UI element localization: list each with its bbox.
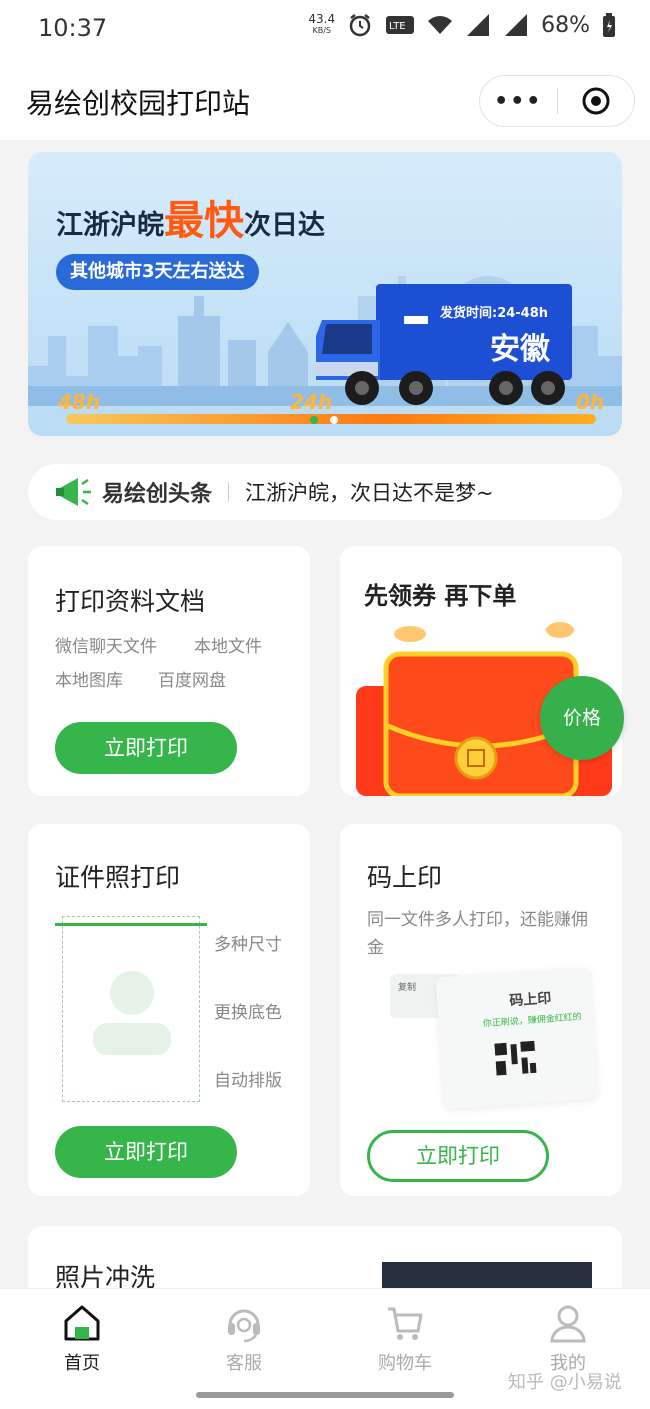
banner-headline: 江浙沪皖最快次日达 xyxy=(56,188,325,246)
qr-paper-title: 码上印 xyxy=(508,990,552,1010)
print-docs-button[interactable]: 立即打印 xyxy=(55,722,237,774)
volte-icon: LTE xyxy=(386,16,415,34)
id-feature-layout: 自动排版 xyxy=(214,1071,282,1091)
more-menu-button[interactable]: ••• xyxy=(480,89,557,114)
svg-text:LTE: LTE xyxy=(389,21,406,32)
close-miniprogram-button[interactable] xyxy=(558,86,635,116)
qr-paper-illustration: 码上印 你正刷说，赚佣金红红的 xyxy=(435,966,599,1110)
news-text: 江浙沪皖，次日达不是梦~ xyxy=(245,481,494,505)
headline-region: 江浙沪皖 xyxy=(56,210,164,241)
id-photo-title: 证件照打印 xyxy=(55,863,181,892)
timeline-label-48h: 48h xyxy=(58,390,101,414)
battery-icon xyxy=(603,13,615,37)
tab-service-label: 客服 xyxy=(226,1353,262,1374)
home-indicator[interactable] xyxy=(196,1392,454,1398)
truck-ship-time: 发货时间:24-48h xyxy=(440,306,549,321)
user-icon xyxy=(550,1305,586,1343)
id-photo-card[interactable]: 证件照打印 多种尺寸 更换底色 自动排版 立即打印 xyxy=(28,824,310,1196)
megaphone-icon xyxy=(56,478,91,506)
scan-line xyxy=(55,923,207,926)
id-feature-sizes: 多种尺寸 xyxy=(214,935,282,955)
qr-paper-subtitle: 你正刷说，赚佣金红红的 xyxy=(482,1012,583,1030)
status-bar: 10:37 43.4 KB/S LTE 68% xyxy=(0,0,650,60)
tab-mine[interactable]: 我的 xyxy=(528,1303,608,1375)
timeline-label-0h: 0h xyxy=(576,390,605,414)
target-icon xyxy=(582,87,610,115)
qr-print-card[interactable]: 码上印 同一文件多人打印，还能赚佣金 复制 码上印 你正刷说，赚佣金红红的 立即… xyxy=(340,824,622,1196)
cart-icon xyxy=(388,1307,423,1340)
copy-tag-label: 复制 xyxy=(398,983,417,993)
id-photo-frame xyxy=(55,916,207,1102)
print-id-photo-button[interactable]: 立即打印 xyxy=(55,1126,237,1178)
doc-source-gallery: 本地图库 xyxy=(55,671,123,691)
coupon-title: 先领券 再下单 xyxy=(364,582,517,610)
id-feature-background: 更换底色 xyxy=(214,1003,282,1023)
doc-source-wechat: 微信聊天文件 xyxy=(55,637,157,657)
battery-percent: 68% xyxy=(541,12,590,38)
headline-suffix: 次日达 xyxy=(244,210,325,241)
signal-icon-1 xyxy=(467,14,490,36)
nav-bar: 易绘创校园打印站 ••• xyxy=(0,60,650,140)
carousel-dot xyxy=(330,416,338,424)
tab-home-label: 首页 xyxy=(64,1353,100,1374)
miniprogram-capsule: ••• xyxy=(479,75,635,127)
tab-service[interactable]: 客服 xyxy=(204,1303,284,1375)
tab-cart-label: 购物车 xyxy=(378,1353,432,1374)
other-cities-pill: 其他城市3天左右送达 xyxy=(56,254,259,290)
news-brand: 易绘创头条 xyxy=(102,482,213,507)
print-docs-title: 打印资料文档 xyxy=(55,587,206,616)
timeline-label-24h: 24h xyxy=(290,390,333,414)
headset-icon xyxy=(228,1309,260,1343)
status-icons: 43.4 KB/S LTE 68% xyxy=(308,12,616,38)
net-speed: 43.4 KB/S xyxy=(308,13,335,37)
doc-source-baidu-pan: 百度网盘 xyxy=(158,671,226,691)
qr-code-icon xyxy=(494,1040,537,1076)
signal-icon-2 xyxy=(505,14,528,36)
headline-news-bar[interactable]: 易绘创头条 江浙沪皖，次日达不是梦~ xyxy=(28,464,622,520)
doc-source-local-file: 本地文件 xyxy=(194,637,262,657)
price-badge-button[interactable]: 价格 xyxy=(540,676,624,760)
wifi-icon xyxy=(428,16,453,34)
print-qr-button[interactable]: 立即打印 xyxy=(367,1130,549,1182)
qr-print-desc: 同一文件多人打印，还能赚佣金 xyxy=(367,910,588,958)
tab-home[interactable]: 首页 xyxy=(42,1303,122,1375)
headline-highlight: 最快 xyxy=(164,198,244,244)
alarm-icon xyxy=(349,14,371,37)
tab-cart[interactable]: 购物车 xyxy=(365,1303,445,1375)
carousel-dot-active xyxy=(310,416,318,424)
net-speed-unit: KB/S xyxy=(312,26,331,35)
zhihu-watermark: 知乎 @小易说 xyxy=(508,1372,622,1393)
truck-destination: 安徽 xyxy=(490,332,550,367)
net-speed-value: 43.4 xyxy=(308,12,336,26)
news-divider xyxy=(228,482,230,502)
home-icon xyxy=(64,1305,100,1341)
print-docs-card[interactable]: 打印资料文档 微信聊天文件 本地文件 本地图库 百度网盘 立即打印 xyxy=(28,546,310,796)
status-time: 10:37 xyxy=(38,14,108,42)
delivery-banner[interactable]: 江浙沪皖最快次日达 其他城市3天左右送达 发货时间:24-48h 安徽 48h … xyxy=(28,152,622,436)
qr-print-title: 码上印 xyxy=(367,863,443,892)
page-title: 易绘创校园打印站 xyxy=(26,87,251,120)
portrait-silhouette-icon xyxy=(93,971,171,1055)
